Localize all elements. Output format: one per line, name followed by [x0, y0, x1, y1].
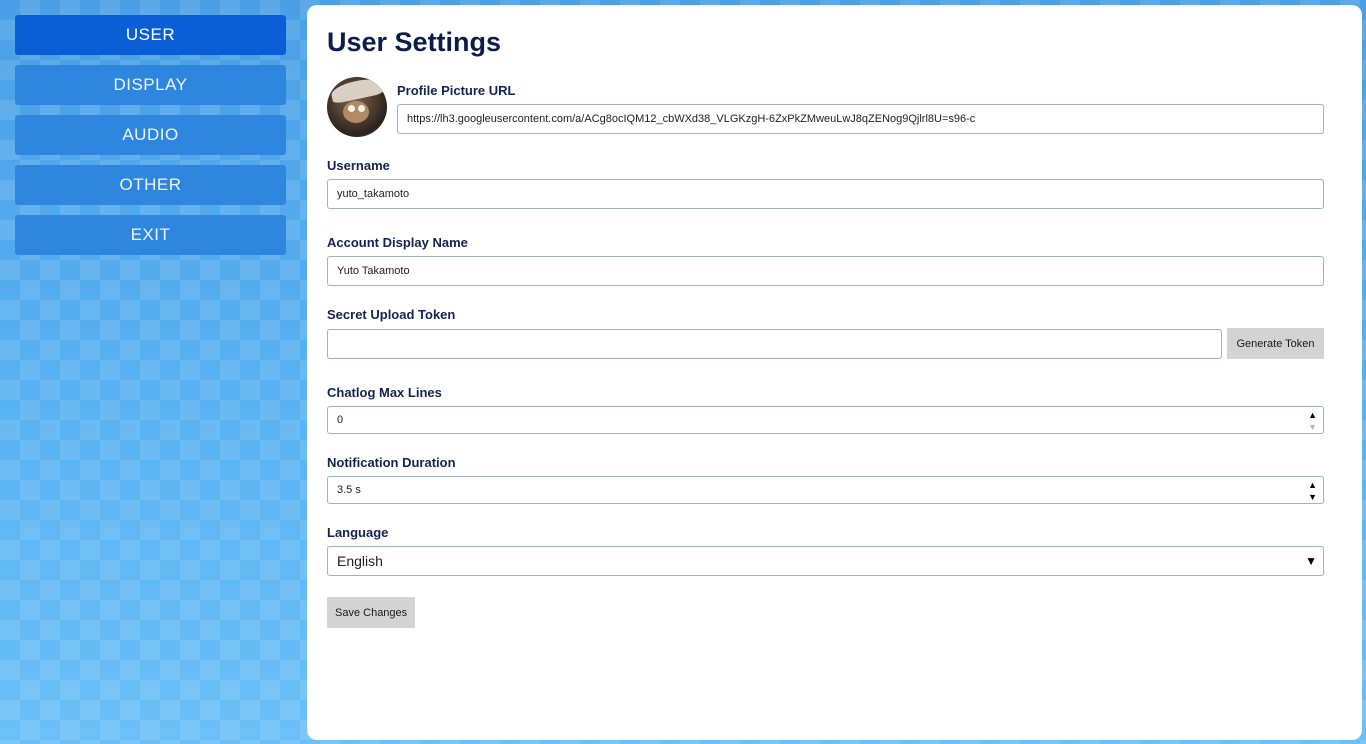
profile-picture-field: Profile Picture URL https://lh3.googleus… — [397, 77, 1324, 137]
username-field: Username yuto_takamoto — [327, 158, 1324, 209]
display-name-field: Account Display Name Yuto Takamoto — [327, 235, 1324, 286]
chatlog-max-lines-label: Chatlog Max Lines — [327, 385, 442, 400]
profile-picture-url-value: https://lh3.googleusercontent.com/a/ACg8… — [407, 113, 976, 125]
notification-duration-value: 3.5 s — [337, 484, 361, 496]
chatlog-max-lines-field: Chatlog Max Lines 0 ▲ ▼ — [327, 385, 1324, 434]
sidebar-item-audio[interactable]: AUDIO — [15, 115, 286, 155]
sidebar-item-exit[interactable]: EXIT — [15, 215, 286, 255]
sidebar-item-display[interactable]: DISPLAY — [15, 65, 286, 105]
sidebar-item-other[interactable]: OTHER — [15, 165, 286, 205]
profile-picture-url-input[interactable]: https://lh3.googleusercontent.com/a/ACg8… — [397, 104, 1324, 134]
upload-token-label: Secret Upload Token — [327, 307, 456, 322]
notification-duration-label: Notification Duration — [327, 455, 456, 470]
settings-sidebar: USER DISPLAY AUDIO OTHER EXIT — [15, 15, 286, 265]
sidebar-item-user[interactable]: USER — [15, 15, 286, 55]
language-field: Language English ▼ — [327, 525, 1324, 576]
username-label: Username — [327, 158, 390, 173]
notification-duration-input[interactable]: 3.5 s ▲ ▼ — [327, 476, 1324, 504]
settings-panel: User Settings Profile Picture URL https:… — [307, 5, 1362, 740]
avatar — [327, 77, 387, 137]
save-changes-button[interactable]: Save Changes — [327, 597, 416, 628]
spin-up-icon[interactable]: ▲ — [1308, 479, 1317, 491]
upload-token-input[interactable] — [327, 328, 1222, 359]
profile-picture-row: Profile Picture URL https://lh3.googleus… — [327, 77, 1324, 137]
spin-down-icon[interactable]: ▼ — [1308, 421, 1317, 433]
notification-duration-field: Notification Duration 3.5 s ▲ ▼ — [327, 455, 1324, 504]
profile-picture-label: Profile Picture URL — [397, 83, 516, 98]
spin-down-icon[interactable]: ▼ — [1308, 491, 1317, 503]
display-name-value: Yuto Takamoto — [337, 265, 410, 277]
language-label: Language — [327, 525, 389, 540]
username-input[interactable]: yuto_takamoto — [327, 179, 1324, 209]
language-select[interactable]: English ▼ — [327, 546, 1324, 576]
spin-up-icon[interactable]: ▲ — [1308, 409, 1317, 421]
upload-token-field: Secret Upload Token Generate Token — [327, 307, 1324, 359]
chatlog-spin-arrows: ▲ ▼ — [1308, 409, 1317, 433]
page-title: User Settings — [327, 27, 502, 57]
dropdown-caret-icon: ▼ — [1305, 554, 1317, 568]
upload-token-row: Generate Token — [327, 328, 1324, 359]
notification-spin-arrows: ▲ ▼ — [1308, 479, 1317, 503]
generate-token-button[interactable]: Generate Token — [1227, 328, 1324, 359]
username-value: yuto_takamoto — [337, 188, 410, 200]
display-name-label: Account Display Name — [327, 235, 468, 250]
chatlog-max-lines-value: 0 — [337, 414, 344, 426]
language-value: English — [337, 553, 383, 569]
display-name-input[interactable]: Yuto Takamoto — [327, 256, 1324, 286]
chatlog-max-lines-input[interactable]: 0 ▲ ▼ — [327, 406, 1324, 434]
